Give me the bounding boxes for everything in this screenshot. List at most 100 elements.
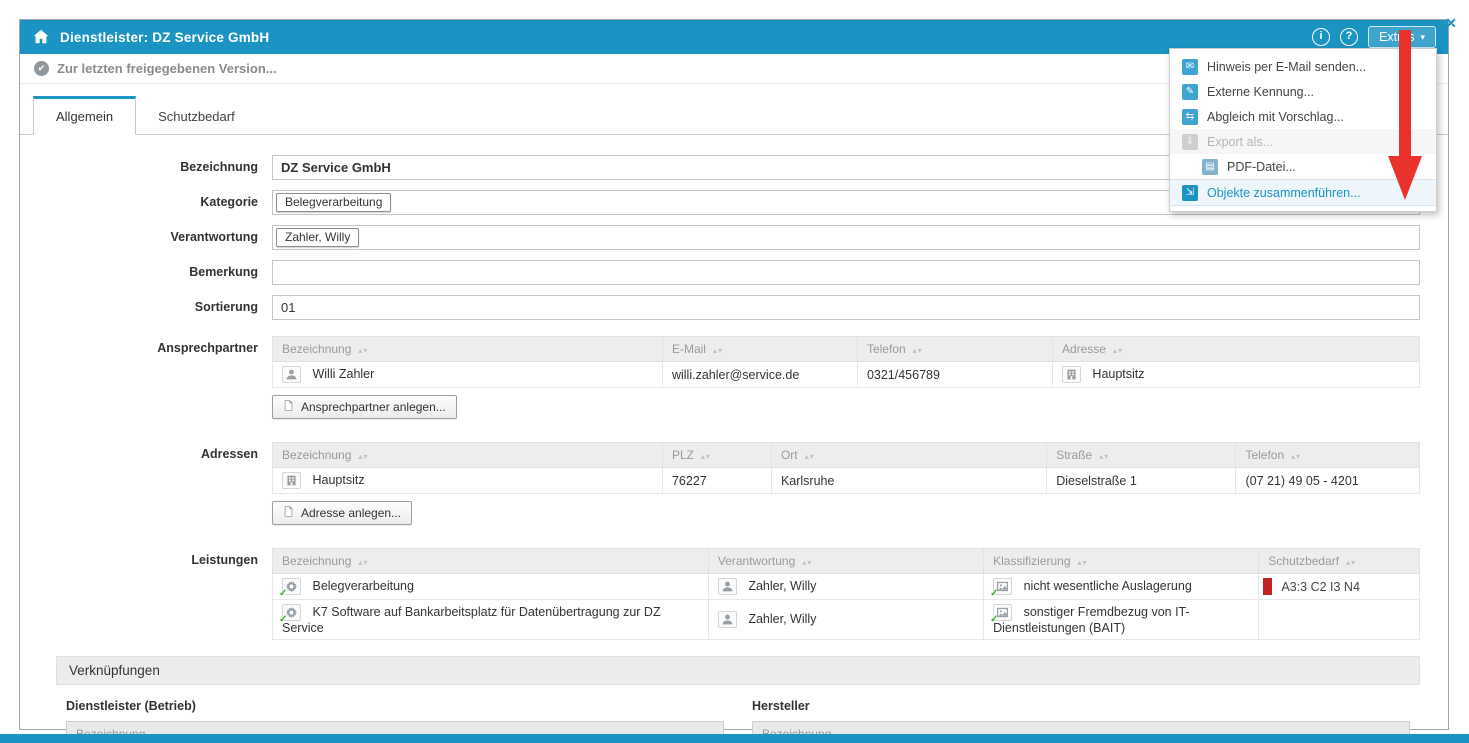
sort-icon: ▴▾ [1099, 452, 1109, 461]
sort-icon: ▴▾ [805, 452, 815, 461]
sort-icon: ▴▾ [1291, 452, 1301, 461]
version-link[interactable]: Zur letzten freigegebenen Version... [57, 61, 277, 76]
sortierung-label: Sortierung [20, 295, 272, 314]
kategorie-chip[interactable]: Belegverarbeitung [276, 193, 391, 212]
sort-icon: ▴▾ [913, 346, 923, 355]
column-header-bezeichnung[interactable]: Bezeichnung▴▾ [273, 549, 709, 574]
compare-icon: ⇆ [1182, 109, 1198, 125]
adressen-row[interactable]: Hauptsitz 76227 Karlsruhe Dieselstraße 1… [273, 468, 1420, 494]
leistungen-label: Leistungen [20, 548, 272, 567]
check-icon: ✓ [990, 614, 998, 625]
verantwortung-chip[interactable]: Zahler, Willy [276, 228, 359, 247]
bemerkung-input[interactable] [272, 260, 1420, 285]
adresse-name-cell: Hauptsitz [273, 468, 663, 494]
leistung-name-cell: ✓ K7 Software auf Bankarbeitsplatz für D… [273, 600, 709, 640]
adresse-ort-cell: Karlsruhe [771, 468, 1046, 494]
extras-button[interactable]: Extras ▾ [1368, 26, 1436, 48]
tab-allgemein[interactable]: Allgemein [33, 96, 136, 135]
tab-schutzbedarf[interactable]: Schutzbedarf [136, 99, 257, 134]
extras-button-label: Extras [1379, 30, 1414, 44]
check-icon: ✓ [279, 588, 287, 599]
column-header-telefon[interactable]: Telefon▴▾ [1236, 443, 1420, 468]
adressen-label: Adressen [20, 442, 272, 461]
leistungen-row[interactable]: ✓ K7 Software auf Bankarbeitsplatz für D… [273, 600, 1420, 640]
schutzbedarf-indicator [1263, 578, 1272, 595]
adressen-section: Adressen Bezeichnung▴▾ PLZ▴▾ Ort▴▾ Straß… [20, 442, 1420, 538]
sort-icon: ▴▾ [358, 452, 368, 461]
column-header-adresse[interactable]: Adresse▴▾ [1052, 337, 1419, 362]
classification-icon: ✓ [993, 578, 1012, 595]
ansprechpartner-adresse-cell: Hauptsitz [1052, 362, 1419, 388]
adresse-anlegen-button[interactable]: Adresse anlegen... [272, 501, 412, 525]
ansprechpartner-row[interactable]: Willi Zahler willi.zahler@service.de 032… [273, 362, 1420, 388]
menu-item-export-als: ⇩ Export als... [1170, 129, 1436, 154]
ansprechpartner-name-cell: Willi Zahler [273, 362, 663, 388]
adresse-strasse-cell: Dieselstraße 1 [1047, 468, 1236, 494]
verknuepfungen-section: Verknüpfungen Dienstleister (Betrieb) Be… [56, 656, 1420, 743]
bezeichnung-label: Bezeichnung [20, 155, 272, 174]
menu-item-hinweis-email[interactable]: ✉ Hinweis per E-Mail senden... [1170, 54, 1436, 79]
leistungen-header-row: Bezeichnung▴▾ Verantwortung▴▾ Klassifizi… [273, 549, 1420, 574]
column-header-bezeichnung[interactable]: Bezeichnung▴▾ [273, 337, 663, 362]
verantwortung-field[interactable]: Zahler, Willy [272, 225, 1420, 250]
menu-item-objekte-zusammenfuehren[interactable]: ⇲ Objekte zusammenführen... [1170, 179, 1436, 206]
kategorie-label: Kategorie [20, 190, 272, 209]
verknuepfungen-header[interactable]: Verknüpfungen [56, 656, 1420, 685]
column-header-bezeichnung[interactable]: Bezeichnung▴▾ [273, 443, 663, 468]
form-content: Bezeichnung Kategorie Belegverarbeitung … [20, 135, 1448, 743]
adresse-plz-cell: 76227 [662, 468, 771, 494]
edit-icon: ✎ [1182, 84, 1198, 100]
column-header-strasse[interactable]: Straße▴▾ [1047, 443, 1236, 468]
menu-item-pdf-datei[interactable]: ▤ PDF-Datei... [1170, 154, 1436, 179]
leistung-verantwortung-cell: Zahler, Willy [708, 600, 983, 640]
adressen-header-row: Bezeichnung▴▾ PLZ▴▾ Ort▴▾ Straße▴▾ Telef… [273, 443, 1420, 468]
sort-icon: ▴▾ [1113, 346, 1123, 355]
ansprechpartner-table: Bezeichnung▴▾ E-Mail▴▾ Telefon▴▾ Adresse… [272, 336, 1420, 388]
bottom-bar [0, 734, 1469, 743]
column-header-email[interactable]: E-Mail▴▾ [662, 337, 857, 362]
bemerkung-label: Bemerkung [20, 260, 272, 279]
leistungen-section: Leistungen Bezeichnung▴▾ Verantwortung▴▾… [20, 548, 1420, 640]
column-header-telefon[interactable]: Telefon▴▾ [857, 337, 1052, 362]
column-header-verantwortung[interactable]: Verantwortung▴▾ [708, 549, 983, 574]
extras-menu: ✉ Hinweis per E-Mail senden... ✎ Externe… [1169, 48, 1437, 212]
dienstleister-betrieb-label: Dienstleister (Betrieb) [66, 699, 724, 713]
pdf-icon: ▤ [1202, 159, 1218, 175]
ansprechpartner-header-row: Bezeichnung▴▾ E-Mail▴▾ Telefon▴▾ Adresse… [273, 337, 1420, 362]
verantwortung-row: Verantwortung Zahler, Willy [20, 225, 1420, 250]
sortierung-input[interactable] [272, 295, 1420, 320]
column-header-ort[interactable]: Ort▴▾ [771, 443, 1046, 468]
column-header-klassifizierung[interactable]: Klassifizierung▴▾ [984, 549, 1259, 574]
check-icon: ✓ [279, 614, 287, 625]
leistungen-row[interactable]: ✓ Belegverarbeitung Zahler, Willy [273, 574, 1420, 600]
menu-item-abgleich-vorschlag[interactable]: ⇆ Abgleich mit Vorschlag... [1170, 104, 1436, 129]
gear-icon: ✓ [282, 604, 301, 621]
column-header-schutzbedarf[interactable]: Schutzbedarf▴▾ [1259, 549, 1420, 574]
sort-icon: ▴▾ [358, 346, 368, 355]
person-icon [718, 611, 737, 628]
titlebar-actions: i ? Extras ▾ [1312, 26, 1436, 48]
ansprechpartner-label: Ansprechpartner [20, 336, 272, 355]
check-icon: ✓ [990, 588, 998, 599]
check-circle-icon: ✔ [34, 61, 49, 76]
ansprechpartner-anlegen-button[interactable]: Ansprechpartner anlegen... [272, 395, 457, 419]
building-icon [282, 472, 301, 489]
close-icon[interactable]: ✕ [1445, 15, 1457, 32]
sort-icon: ▴▾ [1346, 558, 1356, 567]
hersteller-label: Hersteller [752, 699, 1410, 713]
leistung-name-cell: ✓ Belegverarbeitung [273, 574, 709, 600]
leistung-klassifizierung-cell: ✓ sonstiger Fremdbezug von IT-Dienstleis… [984, 600, 1259, 640]
schutzbedarf-cell: A3:3 C2 I3 N4 [1259, 574, 1420, 600]
sort-icon: ▴▾ [701, 452, 711, 461]
info-icon[interactable]: i [1312, 28, 1330, 46]
sort-icon: ▴▾ [713, 346, 723, 355]
leistung-verantwortung-cell: Zahler, Willy [708, 574, 983, 600]
sort-icon: ▴▾ [358, 558, 368, 567]
adressen-table: Bezeichnung▴▾ PLZ▴▾ Ort▴▾ Straße▴▾ Telef… [272, 442, 1420, 494]
dienstleister-icon [32, 28, 50, 46]
bemerkung-row: Bemerkung [20, 260, 1420, 285]
building-icon [1062, 366, 1081, 383]
help-icon[interactable]: ? [1340, 28, 1358, 46]
column-header-plz[interactable]: PLZ▴▾ [662, 443, 771, 468]
menu-item-externe-kennung[interactable]: ✎ Externe Kennung... [1170, 79, 1436, 104]
